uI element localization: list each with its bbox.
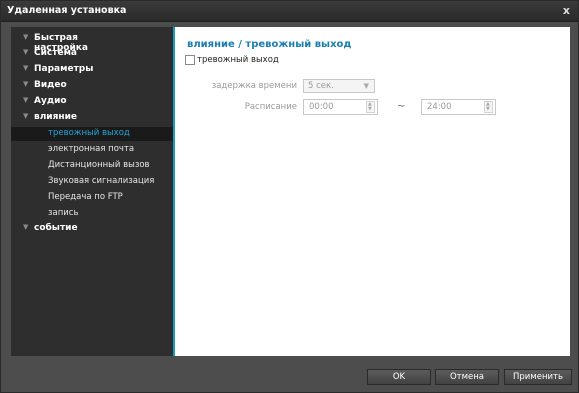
delay-select-value: 5 сек. xyxy=(308,81,334,91)
chevron-down-icon: ▼ xyxy=(363,82,369,90)
window-title: Удаленная установка xyxy=(7,5,127,16)
apply-button[interactable]: Применить xyxy=(504,369,572,385)
page-title: влияние / тревожный выход xyxy=(187,39,352,50)
title-bar: Удаленная установка x xyxy=(1,1,578,22)
sidebar-item-label: Передача по FTP xyxy=(48,192,123,202)
delay-label: задержка времени xyxy=(211,81,297,91)
range-separator: ~ xyxy=(397,101,406,112)
chevron-down-icon: ▼ xyxy=(23,48,29,56)
sidebar-item-label: Система xyxy=(34,48,77,58)
close-icon[interactable]: x xyxy=(563,4,570,17)
alarm-out-checkbox-label: тревожный выход xyxy=(197,55,279,65)
sidebar-nav: ▼ Быстрая настройка ▼ Система ▼ Параметр… xyxy=(11,27,173,356)
sidebar-subitem-audio-alarm[interactable]: Звуковая сигнализация xyxy=(11,175,173,189)
chevron-down-icon: ▼ xyxy=(23,223,29,231)
sidebar-subitem-email[interactable]: электронная почта xyxy=(11,143,173,157)
ok-button[interactable]: OK xyxy=(367,369,431,385)
chevron-down-icon: ▼ xyxy=(23,112,29,120)
sidebar-subitem-record[interactable]: запись xyxy=(11,207,173,221)
sidebar-subitem-remote-call[interactable]: Дистанционный вызов xyxy=(11,159,173,173)
schedule-start-field[interactable]: 00:00 ▲ ▼ xyxy=(303,99,378,115)
arrow-down-icon[interactable]: ▼ xyxy=(486,107,490,112)
chevron-down-icon: ▼ xyxy=(23,80,29,88)
remote-setup-window: Удаленная установка x ▼ Быстрая настройк… xyxy=(0,0,579,393)
sidebar-item-label: Аудио xyxy=(34,96,67,106)
arrow-down-icon[interactable]: ▼ xyxy=(368,107,372,112)
sidebar-item-label: Видео xyxy=(34,80,67,90)
schedule-start-stepper[interactable]: ▲ ▼ xyxy=(366,101,375,113)
schedule-end-stepper[interactable]: ▲ ▼ xyxy=(484,101,493,113)
sidebar-item-label: влияние xyxy=(34,112,78,122)
sidebar-subitem-alarm-out[interactable]: тревожный выход xyxy=(11,127,173,141)
sidebar-item-label: электронная почта xyxy=(48,144,135,154)
schedule-start-value: 00:00 xyxy=(309,102,334,112)
schedule-end-field[interactable]: 24:00 ▲ ▼ xyxy=(421,99,496,115)
schedule-label: Расписание xyxy=(244,102,297,112)
settings-panel: влияние / тревожный выход тревожный выхо… xyxy=(175,27,570,356)
cancel-button[interactable]: Отмена xyxy=(435,369,499,385)
delay-select[interactable]: 5 сек. ▼ xyxy=(303,79,375,93)
sidebar-item-label: событие xyxy=(34,223,78,233)
sidebar-item-label: Звуковая сигнализация xyxy=(48,176,155,186)
chevron-down-icon: ▼ xyxy=(23,64,29,72)
chevron-down-icon: ▼ xyxy=(23,96,29,104)
schedule-end-value: 24:00 xyxy=(427,102,452,112)
sidebar-item-label: Параметры xyxy=(34,64,94,74)
sidebar-item-label: Дистанционный вызов xyxy=(48,160,150,170)
chevron-down-icon: ▼ xyxy=(23,33,29,41)
sidebar-subitem-ftp[interactable]: Передача по FTP xyxy=(11,191,173,205)
alarm-out-checkbox[interactable] xyxy=(185,55,195,65)
sidebar-item-label: запись xyxy=(48,208,79,218)
sidebar-item-label: тревожный выход xyxy=(48,128,130,138)
